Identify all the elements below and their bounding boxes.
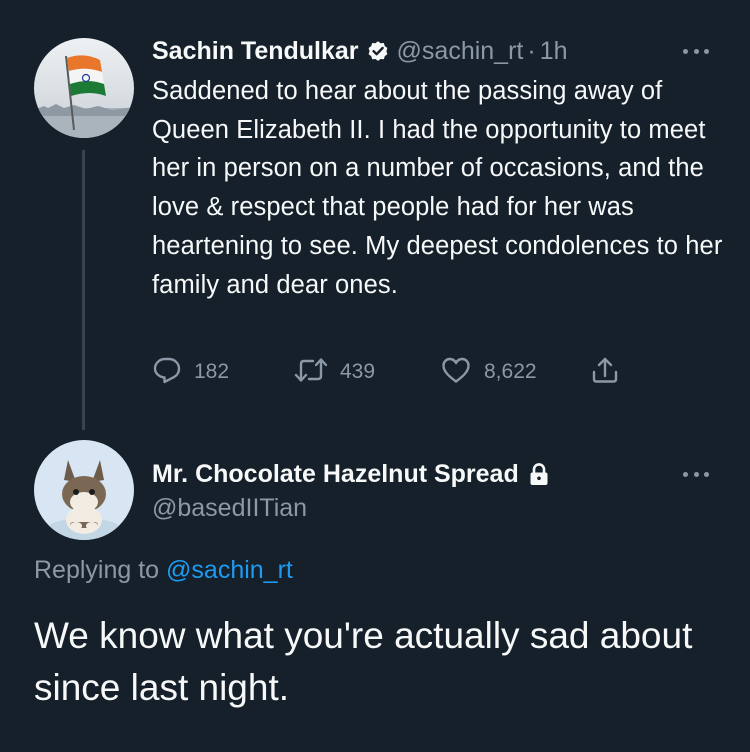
sachin-avatar[interactable] <box>34 38 134 138</box>
lock-icon <box>528 462 550 486</box>
share-button[interactable] <box>590 352 620 392</box>
separator-dot: · <box>527 36 536 65</box>
tweet-text: Saddened to hear about the passing away … <box>152 77 723 299</box>
reply-button[interactable]: 182 <box>152 352 229 392</box>
thread-connector-line <box>82 150 85 430</box>
replying-to-handle-link[interactable]: @sachin_rt <box>166 556 293 584</box>
replying-to-label: Replying to <box>34 556 160 584</box>
more-options-icon[interactable] <box>683 468 709 480</box>
verified-badge-icon <box>366 39 390 63</box>
tweet-action-bar: 182 439 8,622 <box>152 352 632 392</box>
retweet-icon <box>294 355 328 390</box>
more-options-icon[interactable] <box>683 45 709 57</box>
reply-author-handle[interactable]: @basedIITian <box>152 494 307 523</box>
retweet-count: 439 <box>340 360 376 383</box>
heart-icon <box>440 355 472 390</box>
reply-count: 182 <box>194 360 230 383</box>
author-display-name[interactable]: Sachin Tendulkar <box>152 37 359 66</box>
reply-tweet-text: We know what you're actually sad about s… <box>34 615 693 708</box>
reply-header: Mr. Chocolate Hazelnut Spread <box>152 456 550 492</box>
tweet-timestamp[interactable]: 1h <box>540 37 568 66</box>
share-icon <box>590 355 620 390</box>
replying-to-line: Replying to @sachin_rt <box>34 556 293 585</box>
reply-icon <box>152 355 182 390</box>
author-handle[interactable]: @sachin_rt <box>397 37 524 66</box>
reply-author-display-name[interactable]: Mr. Chocolate Hazelnut Spread <box>152 460 519 489</box>
like-count: 8,622 <box>484 360 537 383</box>
reply-author-avatar[interactable] <box>34 440 134 540</box>
retweet-button[interactable]: 439 <box>294 352 375 392</box>
tweet-header: Sachin Tendulkar @sachin_rt · 1h <box>152 33 568 69</box>
like-button[interactable]: 8,622 <box>440 352 537 392</box>
